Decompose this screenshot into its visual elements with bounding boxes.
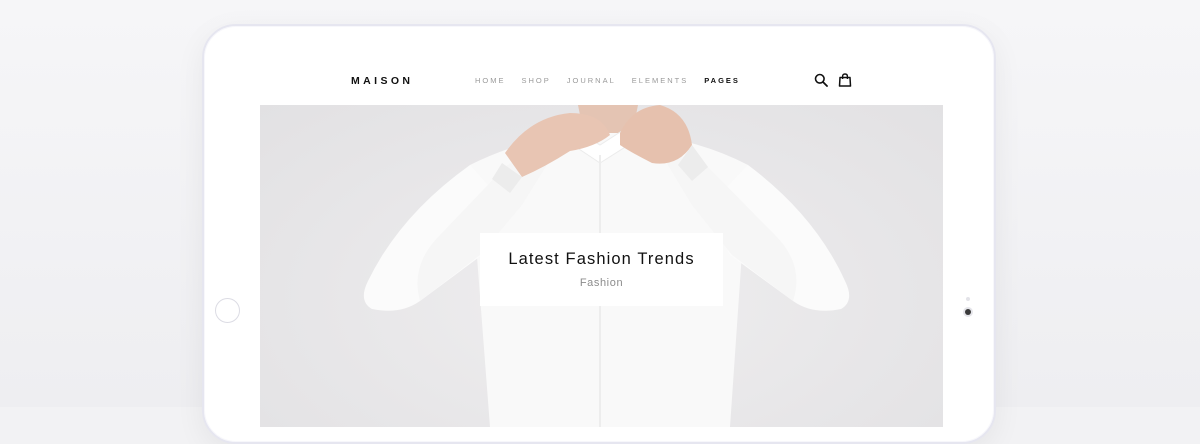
nav-item-journal[interactable]: JOURNAL bbox=[567, 76, 616, 85]
nav-item-home[interactable]: HOME bbox=[475, 76, 506, 85]
tablet-screen: Latest Fashion Trends Fashion MAISON HOM… bbox=[260, 57, 943, 427]
hero-category[interactable]: Fashion bbox=[480, 277, 723, 289]
main-nav: HOME SHOP JOURNAL ELEMENTS PAGES bbox=[475, 76, 756, 85]
tablet-home-button bbox=[215, 298, 240, 323]
nav-item-elements[interactable]: ELEMENTS bbox=[632, 76, 688, 85]
nav-item-shop[interactable]: SHOP bbox=[522, 76, 551, 85]
search-icon[interactable] bbox=[814, 73, 828, 87]
site-logo[interactable]: MAISON bbox=[351, 75, 413, 87]
hero-title[interactable]: Latest Fashion Trends bbox=[480, 250, 723, 269]
tablet-sensor-dot bbox=[966, 297, 970, 301]
site-header: MAISON HOME SHOP JOURNAL ELEMENTS PAGES bbox=[260, 57, 943, 105]
shopping-bag-icon[interactable] bbox=[838, 73, 852, 87]
tablet-device-frame: Latest Fashion Trends Fashion MAISON HOM… bbox=[202, 24, 996, 444]
tablet-camera-dot bbox=[965, 309, 971, 315]
nav-item-pages[interactable]: PAGES bbox=[704, 76, 740, 85]
hero-banner[interactable]: Latest Fashion Trends Fashion bbox=[260, 105, 943, 427]
hero-caption-card[interactable]: Latest Fashion Trends Fashion bbox=[480, 233, 723, 306]
